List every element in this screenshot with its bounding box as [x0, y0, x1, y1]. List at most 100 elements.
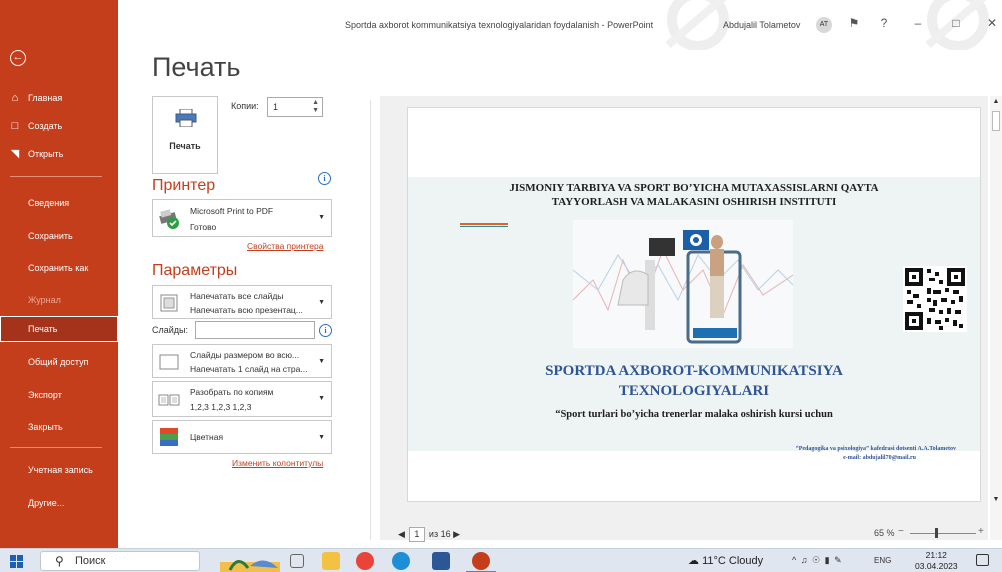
sidebar-divider	[10, 447, 102, 448]
zoom-level: 65 %	[874, 528, 895, 538]
full-page-slide-icon	[159, 354, 179, 370]
edge-icon[interactable]	[392, 552, 410, 570]
back-arrow-icon[interactable]: ←	[10, 50, 26, 66]
sidebar-item-new[interactable]: □ Создать	[0, 114, 118, 138]
info-icon[interactable]: i	[318, 172, 331, 185]
settings-heading: Параметры	[152, 262, 238, 279]
sidebar-item-account[interactable]: Учетная запись	[0, 458, 118, 482]
weather-cloud-icon: ☁	[688, 555, 699, 567]
sidebar-divider	[10, 176, 102, 177]
page-navigator: ◀ 1 из 16 ▶	[398, 527, 460, 542]
close-icon[interactable]: ✕	[984, 16, 1000, 30]
spin-arrows-icon[interactable]: ▲ ▼	[312, 99, 319, 115]
next-page-icon[interactable]: ▶	[453, 529, 460, 539]
sidebar-item-close[interactable]: Закрыть	[0, 415, 118, 439]
file-explorer-icon[interactable]	[322, 552, 340, 570]
layout-dropdown[interactable]: Слайды размером во всю... Напечатать 1 с…	[152, 344, 332, 378]
sidebar-item-home[interactable]: ⌂ Главная	[0, 86, 118, 110]
scroll-up-icon[interactable]: ▲	[991, 98, 1001, 110]
chevron-down-icon: ▼	[318, 358, 325, 365]
chevron-down-icon: ▼	[318, 434, 325, 441]
previous-page-icon[interactable]: ◀	[398, 529, 405, 539]
chevron-up-icon[interactable]: ^	[792, 555, 797, 565]
slides-range-icon	[160, 294, 178, 312]
zoom-out-icon[interactable]: −	[898, 526, 904, 537]
printer-name: Microsoft Print to PDF	[190, 206, 274, 216]
copies-stepper[interactable]: 1 ▲ ▼	[267, 97, 323, 117]
info-icon[interactable]: i	[319, 324, 332, 337]
sidebar-item-save[interactable]: Сохранить	[0, 224, 118, 248]
notifications-icon[interactable]	[976, 554, 989, 566]
search-icon: ⚲	[55, 554, 64, 568]
screen: { "background_text": "у) бӯйнгӣ оғимааді…	[0, 0, 1002, 572]
search-highlight-icon[interactable]	[220, 550, 280, 572]
language-indicator[interactable]: ENG	[874, 556, 891, 565]
backstage-sidebar: ← ⌂ Главная □ Создать ◥ Открыть Сведения Со…	[0, 0, 118, 548]
clock[interactable]: 21:12 03.04.2023	[915, 550, 958, 572]
layout-title: Слайды размером во всю...	[190, 350, 300, 360]
windows-start-icon[interactable]	[10, 555, 23, 568]
page-number-input[interactable]: 1	[408, 527, 425, 542]
maximize-icon[interactable]: □	[948, 16, 964, 30]
qr-code-icon	[903, 266, 967, 332]
color-title: Цветная	[190, 432, 224, 442]
avatar[interactable]: AT	[816, 17, 832, 33]
preview-scrollbar[interactable]: ▲ ▼	[990, 96, 1002, 540]
printer-dropdown[interactable]: Microsoft Print to PDF Готово ▼	[152, 199, 332, 237]
layout-sub: Напечатать 1 слайд на стра...	[190, 364, 308, 374]
collate-icon	[158, 394, 180, 406]
printer-icon	[175, 109, 197, 127]
slides-input[interactable]	[195, 321, 315, 339]
task-view-icon[interactable]	[290, 554, 304, 568]
edit-header-footer-link[interactable]: Изменить колонтитулы	[232, 458, 323, 468]
network-icon[interactable]: ☉	[812, 555, 821, 565]
slide-subtitle: “Sport turlari bo’yicha trenerlar malaka…	[555, 409, 833, 420]
zoom-slider-thumb[interactable]	[935, 528, 938, 538]
slide-preview: JISMONIY TARBIYA VA SPORT BO’YICHA MUTAX…	[407, 107, 981, 502]
sidebar-item-more[interactable]: Другие...	[0, 491, 118, 515]
chrome-icon[interactable]	[356, 552, 374, 570]
zoom-slider[interactable]	[910, 533, 976, 534]
sidebar-item-export[interactable]: Экспорт	[0, 383, 118, 407]
sidebar-item-print[interactable]: Печать	[0, 316, 118, 342]
battery-icon[interactable]: ▮	[825, 555, 831, 565]
color-icon	[160, 428, 178, 446]
print-range-sub: Напечатать всю презентац...	[190, 305, 303, 315]
folder-icon: ◥	[10, 148, 20, 160]
slides-label: Слайды:	[152, 325, 189, 335]
color-dropdown[interactable]: Цветная ▼	[152, 420, 332, 454]
copies-value: 1	[273, 102, 279, 112]
system-tray[interactable]: ^ ♫ ☉ ▮ ✎	[792, 555, 843, 566]
print-range-title: Напечатать все слайды	[190, 291, 284, 301]
weather-widget[interactable]: ☁ 11°C Cloudy	[688, 554, 763, 567]
sidebar-item-info[interactable]: Сведения	[0, 191, 118, 215]
chevron-down-icon: ▼	[318, 395, 325, 402]
sidebar-item-share[interactable]: Общий доступ	[0, 350, 118, 374]
powerpoint-icon[interactable]	[472, 552, 490, 570]
printer-heading: Принтер	[152, 177, 216, 194]
user-name[interactable]: Abdujalil Tolametov	[723, 20, 800, 30]
print-button[interactable]: Печать	[152, 96, 218, 174]
chevron-down-icon: ▼	[318, 214, 325, 221]
slide-institute-title: JISMONIY TARBIYA VA SPORT BO’YICHA MUTAX…	[509, 182, 879, 208]
slide-main-title: SPORTDA AXBOROT-KOMMUNIKATSIYA TEXNOLOGI…	[545, 363, 843, 399]
volume-icon[interactable]: ♫	[801, 555, 809, 565]
help-icon[interactable]: ?	[876, 16, 892, 30]
sidebar-item-open[interactable]: ◥ Открыть	[0, 142, 118, 166]
taskbar-search-input[interactable]: ⚲ Поиск	[40, 551, 200, 571]
zoom-in-icon[interactable]: +	[978, 526, 984, 537]
comments-icon[interactable]: ⚑	[846, 16, 862, 30]
scroll-thumb[interactable]	[992, 111, 1000, 131]
scroll-down-icon[interactable]: ▼	[991, 496, 1001, 508]
pen-icon[interactable]: ✎	[834, 555, 843, 565]
word-icon[interactable]	[432, 552, 450, 570]
collate-sub: 1,2,3 1,2,3 1,2,3	[190, 402, 252, 412]
chevron-down-icon: ▼	[318, 299, 325, 306]
slide-author: “Pedagogika va psixologiya” kafedrasi do…	[795, 446, 956, 461]
sidebar-item-save-as[interactable]: Сохранить как	[0, 256, 118, 280]
printer-properties-link[interactable]: Свойства принтера	[247, 241, 323, 251]
print-range-dropdown[interactable]: Напечатать все слайды Напечатать всю пре…	[152, 285, 332, 319]
minimize-icon[interactable]: –	[910, 16, 926, 30]
copies-label: Копии:	[231, 101, 259, 111]
collate-dropdown[interactable]: Разобрать по копиям 1,2,3 1,2,3 1,2,3 ▼	[152, 381, 332, 417]
